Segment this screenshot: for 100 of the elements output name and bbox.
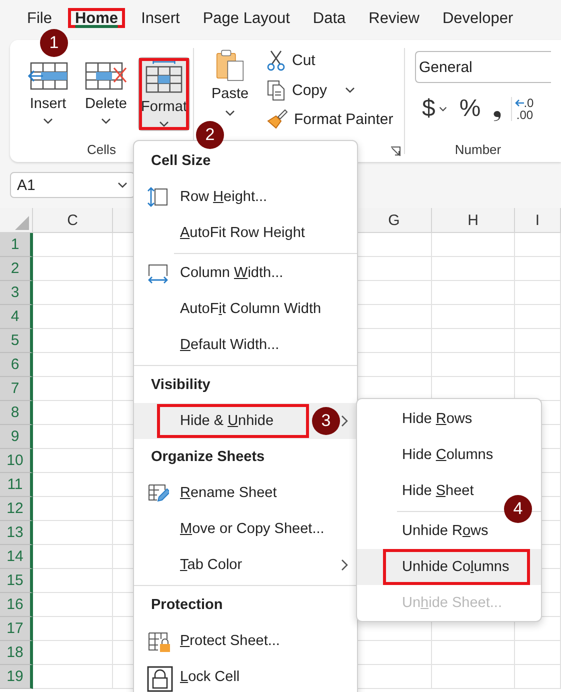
menu-item[interactable]: Rename Sheet [134,475,357,511]
sheet-cell[interactable] [33,593,113,617]
menu-item[interactable]: Tab Color [134,547,357,583]
sheet-cell[interactable] [515,281,561,305]
column-header[interactable]: I [515,208,561,233]
column-width-icon [147,262,169,284]
row-header[interactable]: 2 [0,257,33,281]
row-header[interactable]: 18 [0,641,33,665]
row-header[interactable]: 1 [0,233,33,257]
row-header[interactable]: 4 [0,305,33,329]
ribbon-command[interactable]: Cut [264,46,396,74]
sheet-cell[interactable] [33,257,113,281]
row-header[interactable]: 6 [0,353,33,377]
step-badge: 4 [504,495,532,523]
row-header[interactable]: 8 [0,401,33,425]
menu-item[interactable]: Column Width... [134,255,357,291]
sheet-cell[interactable] [33,497,113,521]
sheet-cell[interactable] [432,641,515,665]
row-header[interactable]: 11 [0,473,33,497]
sheet-cell[interactable] [515,665,561,689]
sheet-cell[interactable] [432,665,515,689]
sheet-cell[interactable] [432,233,515,257]
decimal-button[interactable]: .0 .00 [510,97,534,121]
ribbon-tab[interactable]: File [20,8,59,28]
sheet-cell[interactable] [33,377,113,401]
sheet-cell[interactable] [432,305,515,329]
sheet-cell[interactable] [515,641,561,665]
sheet-cell[interactable] [33,329,113,353]
menu-item[interactable]: Hide Rows [357,401,541,437]
ribbon-button[interactable]: Delete [80,57,132,131]
menu-item[interactable]: Default Width... [134,327,357,363]
sheet-cell[interactable] [515,305,561,329]
paste-button[interactable]: Paste [206,46,254,120]
number-format-button[interactable]: % [456,95,484,123]
row-header[interactable]: 16 [0,593,33,617]
group-label: Number [454,142,502,157]
highlight-frame [139,58,189,130]
ribbon-button[interactable]: Insert [22,57,74,131]
row-header[interactable]: 15 [0,569,33,593]
ribbon-tab[interactable]: Page Layout [196,8,297,28]
sheet-cell[interactable] [33,401,113,425]
column-header[interactable]: C [33,208,113,233]
sheet-cell[interactable] [33,305,113,329]
menu-item[interactable]: Hide Columns [357,437,541,473]
menu-item[interactable]: Move or Copy Sheet... [134,511,357,547]
ribbon-tab[interactable]: Home [68,8,126,28]
number-format-field[interactable]: General [415,51,551,83]
padlock-icon [147,666,173,692]
sheet-cell[interactable] [33,641,113,665]
ribbon-tab[interactable]: Data [306,8,353,28]
ribbon-tab[interactable]: Insert [134,8,187,28]
name-box[interactable]: A1 [10,172,135,198]
row-header[interactable]: 9 [0,425,33,449]
ribbon-command[interactable]: Copy [264,76,396,104]
menu-item[interactable]: Lock Cell [134,659,357,692]
sheet-cell[interactable] [33,425,113,449]
sheet-cell[interactable] [33,617,113,641]
row-header[interactable]: 19 [0,665,33,689]
sheet-cell[interactable] [33,233,113,257]
sheet-cell[interactable] [33,449,113,473]
column-header[interactable]: G [357,208,432,233]
menu-section-title: Visibility [150,376,212,395]
menu-item[interactable]: AutoFit Column Width [134,291,357,327]
sheet-cell[interactable] [33,665,113,689]
sheet-cell[interactable] [33,545,113,569]
menu-item[interactable]: Unhide Columns [357,549,541,585]
number-format-button[interactable]: ❟ [490,95,505,123]
sheet-cell[interactable] [515,257,561,281]
ribbon-button[interactable]: Format [138,57,190,131]
sheet-cell[interactable] [432,257,515,281]
sheet-cell[interactable] [432,329,515,353]
sheet-cell[interactable] [33,281,113,305]
corner-header[interactable] [0,208,33,233]
row-header[interactable]: 12 [0,497,33,521]
sheet-cell[interactable] [33,521,113,545]
sheet-cell[interactable] [432,353,515,377]
sheet-cell[interactable] [432,281,515,305]
row-header[interactable]: 14 [0,545,33,569]
ribbon-command[interactable]: Format Painter [264,106,396,132]
row-header[interactable]: 13 [0,521,33,545]
sheet-cell[interactable] [33,353,113,377]
sheet-cell[interactable] [515,233,561,257]
sheet-cell[interactable] [515,353,561,377]
row-header[interactable]: 5 [0,329,33,353]
menu-item[interactable]: AutoFit Row Height [134,215,357,251]
row-header[interactable]: 3 [0,281,33,305]
column-header[interactable]: H [432,208,515,233]
menu-item[interactable]: Protect Sheet... [134,623,357,659]
ribbon-tab[interactable]: Developer [435,8,520,28]
menu-item[interactable]: Row Height... [134,179,357,215]
row-header[interactable]: 7 [0,377,33,401]
row-header[interactable]: 17 [0,617,33,641]
ribbon-tab[interactable]: Review [362,8,426,28]
row-header[interactable]: 10 [0,449,33,473]
sheet-cell[interactable] [33,473,113,497]
menu-section-title: Cell Size [150,152,212,171]
number-format-button[interactable]: $ [419,95,450,123]
sheet-cell[interactable] [33,569,113,593]
sheet-cell[interactable] [515,329,561,353]
group-label: Cells [87,142,116,157]
